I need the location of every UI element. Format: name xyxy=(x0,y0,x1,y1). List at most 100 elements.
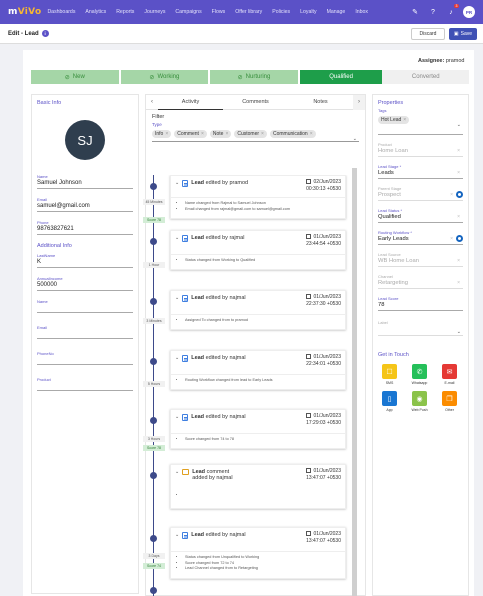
eye-icon[interactable] xyxy=(456,235,463,242)
chip-comment[interactable]: Comment × xyxy=(174,130,207,138)
close-icon[interactable]: × xyxy=(165,131,168,137)
lead-stage-select[interactable]: Leads × xyxy=(378,169,463,179)
chevron-down-icon[interactable]: ⌄ xyxy=(175,532,179,538)
user-avatar[interactable]: PR xyxy=(463,6,475,18)
contact-other[interactable]: ❐ Other xyxy=(438,391,461,412)
chevron-left-icon[interactable]: ‹ xyxy=(146,95,158,110)
stage-nurturing[interactable]: ⊘ Nurturing xyxy=(210,70,298,84)
other-icon[interactable]: ❐ xyxy=(442,391,457,406)
close-icon[interactable]: × xyxy=(457,148,460,154)
chevron-right-icon[interactable]: › xyxy=(353,95,365,110)
nav-flows[interactable]: Flows xyxy=(212,9,226,15)
chip-note[interactable]: Note × xyxy=(209,130,232,138)
chevron-down-icon[interactable]: ⌄ xyxy=(353,136,357,142)
megaphone-icon[interactable]: ✎ xyxy=(409,6,421,18)
tags-select[interactable]: Hot Lead × ⌄ xyxy=(378,113,463,135)
product-input[interactable] xyxy=(37,382,133,391)
name-2-input[interactable] xyxy=(37,304,133,313)
close-icon[interactable]: × xyxy=(457,214,460,220)
chip-communication[interactable]: Communication × xyxy=(269,130,316,138)
contact-email[interactable]: ✉ E-mail xyxy=(438,364,461,385)
lead-status-select[interactable]: Qualified × xyxy=(378,213,463,223)
parent-stage-select[interactable]: Prospect × xyxy=(378,191,463,201)
lastname-input[interactable]: K xyxy=(37,258,133,268)
nav-policies[interactable]: Policies xyxy=(272,9,290,15)
close-icon[interactable]: × xyxy=(457,280,460,286)
chevron-down-icon[interactable]: ⌄ xyxy=(175,355,179,361)
close-icon[interactable]: × xyxy=(225,131,228,137)
nav-loyalty[interactable]: Loyalty xyxy=(300,9,316,15)
activity-entry: ⌄ Lead edited by pramod 02/Jun/2023 00:30:… xyxy=(170,175,346,219)
info-icon[interactable]: i xyxy=(41,30,49,37)
lead-score-input[interactable]: 78 xyxy=(378,301,463,311)
close-icon[interactable]: × xyxy=(403,117,406,123)
bell-icon[interactable]: ♪ 3 xyxy=(445,4,459,18)
nav-inbox[interactable]: Inbox xyxy=(355,9,368,15)
chevron-down-icon[interactable]: ⌄ xyxy=(175,295,179,301)
app-logo[interactable]: mViVo xyxy=(8,7,41,17)
close-icon[interactable]: × xyxy=(201,131,204,137)
chevron-down-icon[interactable]: ⌄ xyxy=(175,414,179,420)
tab-activity[interactable]: Activity xyxy=(158,95,223,110)
close-icon[interactable]: × xyxy=(310,131,313,137)
name-input[interactable]: Samuel Johnson xyxy=(37,179,133,189)
email-2-input[interactable] xyxy=(37,330,133,339)
phone-input[interactable]: 98763827621 xyxy=(37,225,133,235)
product-select[interactable]: Home Loan × xyxy=(378,147,463,157)
stage-new[interactable]: ⊘ New xyxy=(31,70,119,84)
nav-offer-library[interactable]: Offer library xyxy=(235,9,262,15)
email-icon[interactable]: ✉ xyxy=(442,364,457,379)
label-select[interactable]: ⌄ xyxy=(378,325,463,336)
nav-manage[interactable]: Manage xyxy=(327,9,346,15)
timeline-dot xyxy=(150,587,157,594)
chevron-down-icon[interactable]: ⌄ xyxy=(457,329,461,335)
eye-icon[interactable] xyxy=(456,191,463,198)
web-push-icon[interactable]: ◉ xyxy=(412,391,427,406)
nav-analytics[interactable]: Analytics xyxy=(85,9,106,15)
help-icon[interactable]: ? xyxy=(427,6,439,18)
whatsapp-icon[interactable]: ✆ xyxy=(412,364,427,379)
mobile-app-icon[interactable]: ▯ xyxy=(382,391,397,406)
chip-info[interactable]: Info × xyxy=(152,130,172,138)
lead-source-select[interactable]: WB Home Loan × xyxy=(378,257,463,267)
phoneno-input[interactable] xyxy=(37,356,133,365)
nav-dashboards[interactable]: Dashboards xyxy=(47,9,75,15)
stage-working[interactable]: ⊘ Working xyxy=(120,70,209,84)
tab-notes[interactable]: Notes xyxy=(288,95,353,110)
tab-comments[interactable]: Comments xyxy=(223,95,288,110)
stage-converted[interactable]: Converted xyxy=(382,70,469,84)
chevron-down-icon[interactable]: ⌄ xyxy=(175,235,179,241)
close-icon[interactable]: × xyxy=(261,131,264,137)
annualincome-input[interactable]: 500000 xyxy=(37,281,133,291)
nav-reports[interactable]: Reports xyxy=(116,9,134,15)
close-icon[interactable]: × xyxy=(457,170,460,176)
chevron-down-icon[interactable]: ⌄ xyxy=(175,469,179,475)
contact-app[interactable]: ▯ App xyxy=(378,391,401,412)
chip-hot-lead[interactable]: Hot Lead × xyxy=(378,116,410,124)
save-button[interactable]: ▣ Save xyxy=(449,28,477,40)
timeline-dot xyxy=(150,358,157,365)
chip-customer[interactable]: Customer × xyxy=(234,130,267,138)
channel-select[interactable]: Retargeting × xyxy=(378,279,463,289)
chevron-down-icon[interactable]: ⌄ xyxy=(457,122,461,128)
stage-qualified[interactable]: Qualified xyxy=(299,70,383,84)
routing-workflow-select[interactable]: Early Leads × xyxy=(378,235,463,245)
time-gap: 1 Hour xyxy=(143,262,165,268)
contact-whatsapp[interactable]: ✆ Whatsapp xyxy=(408,364,431,385)
close-icon[interactable]: × xyxy=(450,236,453,242)
close-icon[interactable]: × xyxy=(457,258,460,264)
close-icon[interactable]: × xyxy=(450,192,453,198)
assignee: Assignee: pramod xyxy=(418,58,465,64)
nav-campaigns[interactable]: Campaigns xyxy=(175,9,201,15)
email-input[interactable]: samuel@gmail.com xyxy=(37,202,133,212)
type-filter-select[interactable]: Info × Comment × Note × Customer × Communica… xyxy=(152,130,359,142)
chevron-down-icon[interactable]: ⌄ xyxy=(175,180,179,186)
sms-icon[interactable]: ☐ xyxy=(382,364,397,379)
document-icon xyxy=(182,532,189,539)
contact-sms[interactable]: ☐ SMS xyxy=(378,364,401,385)
contact-web-push[interactable]: ◉ Web Push xyxy=(408,391,431,412)
nav-journeys[interactable]: Journeys xyxy=(144,9,165,15)
discard-button[interactable]: Discard xyxy=(411,28,445,40)
comment-icon xyxy=(182,469,190,475)
timeline-dot xyxy=(150,238,157,245)
